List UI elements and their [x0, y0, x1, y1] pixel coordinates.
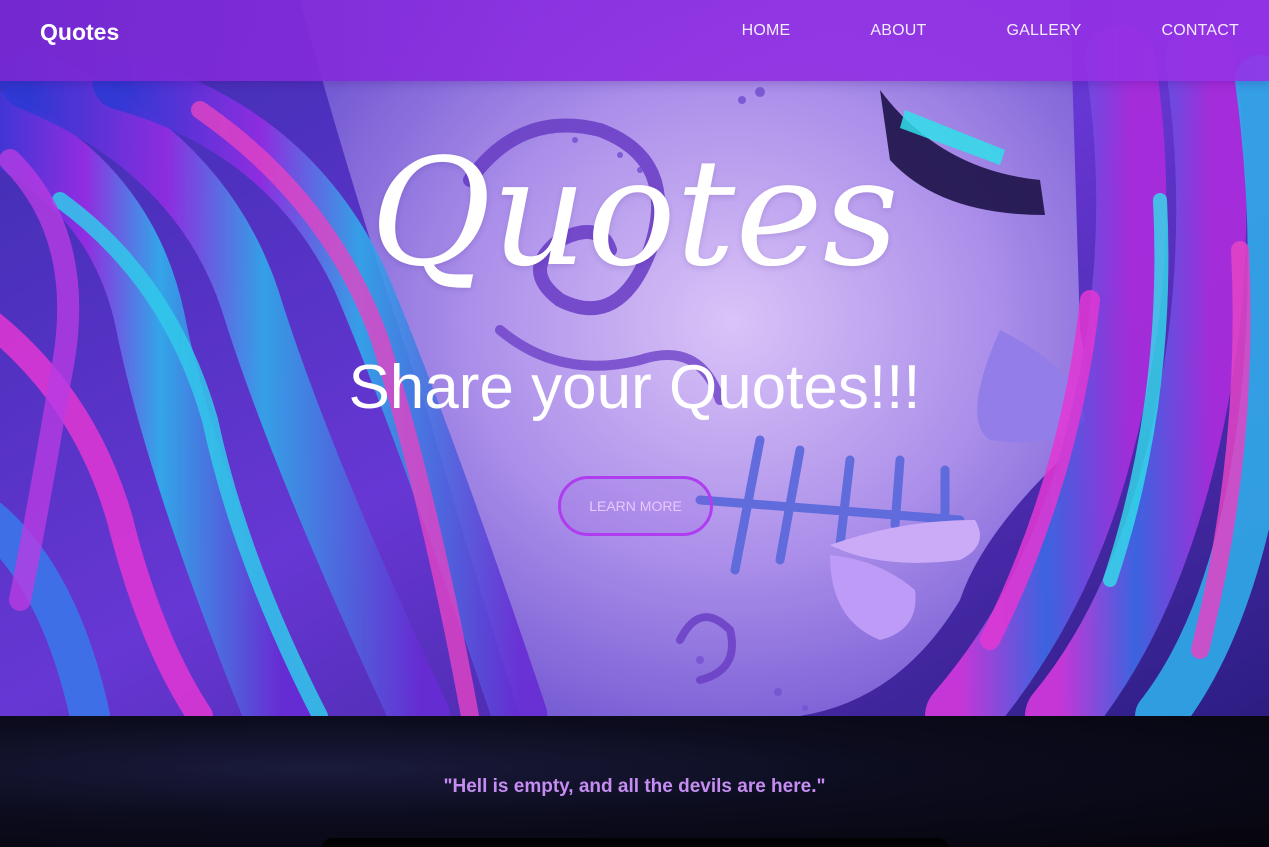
hero-title: Quotes: [370, 127, 899, 299]
nav-link-contact[interactable]: CONTACT: [1161, 21, 1239, 41]
nav-link-gallery[interactable]: GALLERY: [1007, 21, 1082, 41]
featured-quote: "Hell is empty, and all the devils are h…: [443, 776, 826, 797]
hero-subtitle: Share your Quotes!!!: [348, 353, 921, 422]
brand-logo[interactable]: Quotes: [40, 18, 119, 46]
nav-links: HOME ABOUT GALLERY CONTACT: [662, 21, 1239, 41]
top-navbar: Quotes HOME ABOUT GALLERY CONTACT: [0, 0, 1269, 81]
nav-link-about[interactable]: ABOUT: [870, 21, 926, 41]
hero-section: Quotes Share your Quotes!!! LEARN MORE: [0, 0, 1269, 716]
page: Quotes Share your Quotes!!! LEARN MORE Q…: [0, 0, 1269, 847]
learn-more-button[interactable]: LEARN MORE: [558, 476, 713, 536]
quote-card: [322, 838, 948, 847]
quote-section: "Hell is empty, and all the devils are h…: [0, 716, 1269, 847]
nav-link-home[interactable]: HOME: [742, 21, 791, 41]
